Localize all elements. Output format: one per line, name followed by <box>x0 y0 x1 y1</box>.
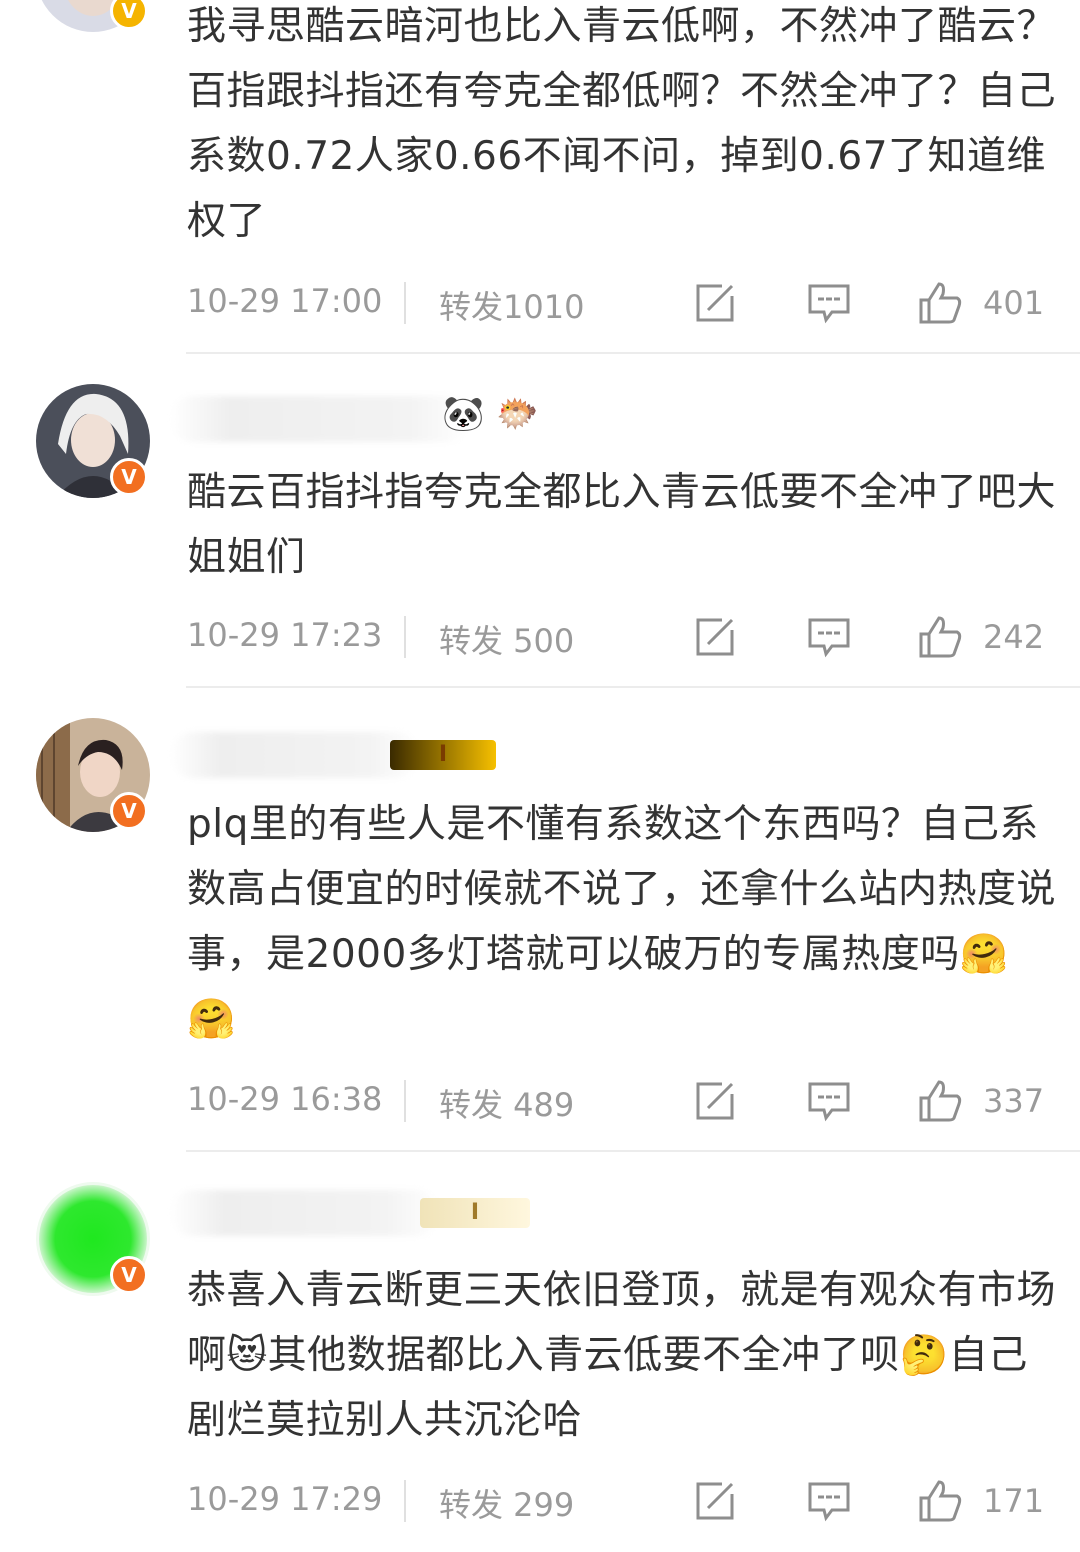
verified-badge-icon: V <box>110 458 148 496</box>
comment-item: V 🐼 🐡 酷云百指抖指夸克全都比入青云低要不全冲了吧大姐姐们 10-29 17… <box>0 364 1080 700</box>
verified-badge-icon: V <box>110 792 148 830</box>
username-row[interactable]: I <box>170 1182 550 1242</box>
like-count: 242 <box>983 618 1045 656</box>
panda-badge-icon: 🐼 <box>442 394 485 434</box>
level-badge: I <box>420 1198 530 1228</box>
divider <box>404 282 406 324</box>
comment-item: V I plq里的有些人是不懂有系数这个东西吗？自己系数高占便宜的时候就不说了，… <box>0 698 1080 1124</box>
comment-text: 我寻思酷云暗河也比入青云低啊，不然冲了酷云？百指跟抖指还有夸克全都低啊？不然全冲… <box>187 4 1057 244</box>
comment-footer: 10-29 17:29 转发 299 171 <box>187 1474 1067 1526</box>
like-icon[interactable] <box>917 1078 963 1124</box>
divider <box>186 1150 1080 1152</box>
comment-text: plq里的有些人是不懂有系数这个东西吗？自己系数高占便宜的时候就不说了，还拿什么… <box>187 802 1057 1042</box>
repost-button[interactable]: 转发 489 <box>439 1080 574 1126</box>
timestamp: 10-29 17:23 <box>187 616 383 654</box>
fish-badge-icon: 🐡 <box>496 394 539 434</box>
comment-footer: 10-29 17:00 转发1010 401 <box>187 276 1067 328</box>
comment-footer: 10-29 16:38 转发 489 337 <box>187 1074 1067 1126</box>
username-redacted <box>170 396 470 442</box>
comment-text: 恭喜入青云断更三天依旧登顶，就是有观众有市场啊😻其他数据都比入青云低要不全冲了呗… <box>187 1268 1057 1443</box>
username-row[interactable]: I <box>170 724 510 784</box>
timestamp: 10-29 17:29 <box>187 1480 383 1518</box>
comment-icon[interactable] <box>806 280 852 326</box>
share-icon[interactable] <box>692 614 738 660</box>
like-icon[interactable] <box>917 280 963 326</box>
like-count: 401 <box>983 284 1045 322</box>
comment-icon[interactable] <box>806 1078 852 1124</box>
share-icon[interactable] <box>692 1078 738 1124</box>
share-icon[interactable] <box>692 1478 738 1524</box>
comment-text: 酷云百指抖指夸克全都比入青云低要不全冲了吧大姐姐们 <box>187 470 1057 580</box>
timestamp: 10-29 17:00 <box>187 282 383 320</box>
comment-item: V I 恭喜入青云断更三天依旧登顶，就是有观众有市场啊😻其他数据都比入青云低要不… <box>0 1162 1080 1524</box>
username-redacted <box>170 1190 440 1236</box>
comment-footer: 10-29 17:23 转发 500 242 <box>187 610 1067 662</box>
divider <box>186 352 1080 354</box>
divider <box>404 1480 406 1522</box>
like-count: 337 <box>983 1082 1045 1120</box>
like-icon[interactable] <box>917 1478 963 1524</box>
timestamp: 10-29 16:38 <box>187 1080 383 1118</box>
comment-icon[interactable] <box>806 1478 852 1524</box>
comment-icon[interactable] <box>806 614 852 660</box>
like-count: 171 <box>983 1482 1045 1520</box>
comment-item: V 我寻思酷云暗河也比入青云低啊，不然冲了酷云？百指跟抖指还有夸克全都低啊？不然… <box>0 0 1080 336</box>
repost-button[interactable]: 转发 500 <box>439 616 574 662</box>
verified-badge-icon: V <box>110 1256 148 1294</box>
like-icon[interactable] <box>917 614 963 660</box>
level-badge: I <box>390 740 496 770</box>
repost-button[interactable]: 转发 299 <box>439 1480 574 1526</box>
divider <box>404 616 406 658</box>
repost-button[interactable]: 转发1010 <box>439 282 584 328</box>
username-redacted <box>170 732 420 778</box>
username-row[interactable]: 🐼 🐡 <box>170 388 570 448</box>
divider <box>186 686 1080 688</box>
divider <box>404 1080 406 1122</box>
share-icon[interactable] <box>692 280 738 326</box>
